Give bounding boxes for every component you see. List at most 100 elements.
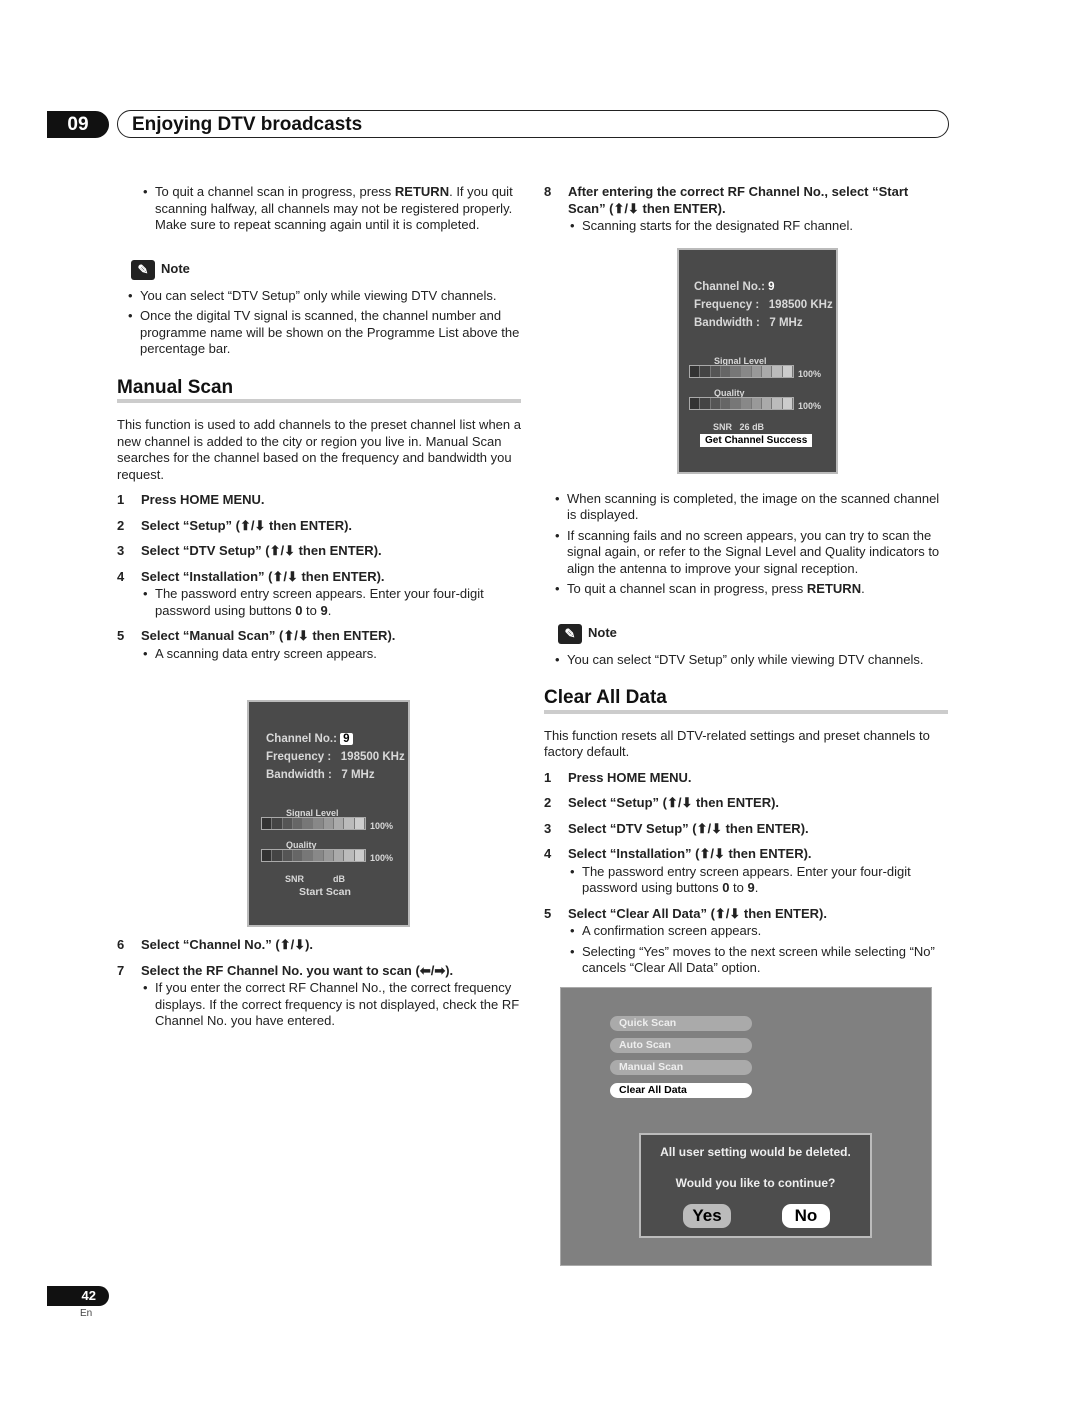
bullet-item: If you enter the correct RF Channel No.,… <box>117 980 521 1030</box>
bar-segment <box>710 398 721 409</box>
section-heading: Clear All Data <box>544 688 948 714</box>
bullet-item: You can select “DTV Setup” only while vi… <box>117 288 521 305</box>
step-text: Select “DTV Setup” (⬆/⬇ then ENTER). <box>141 543 382 558</box>
status-message: Get Channel Success <box>700 434 813 447</box>
bar-segment <box>344 850 355 861</box>
bold-text: RETURN <box>394 184 450 199</box>
bullet-item: Scanning starts for the designated RF ch… <box>544 218 948 235</box>
step-item: 4 Select “Installation” (⬆/⬇ then ENTER). <box>544 846 948 863</box>
text-run: . <box>861 581 865 596</box>
bullet-item: A scanning data entry screen appears. <box>117 646 521 663</box>
signal-level-percent: 100% <box>798 369 822 379</box>
channel-label: Channel No.: <box>694 281 765 293</box>
paragraph: This function is used to add channels to… <box>117 417 521 483</box>
dialog-question: Would you like to continue? <box>675 1175 836 1190</box>
note-pencil-icon: ✎ <box>131 259 155 280</box>
chapter-number: 09 <box>47 111 109 138</box>
signal-level-bar <box>261 817 366 830</box>
bullet-item: If scanning fails and no screen appears,… <box>544 528 948 578</box>
manual-scan-screen: Channel No.: 9 Frequency : 198500 KHz Ba… <box>247 700 410 927</box>
step-number: 4 <box>544 846 552 861</box>
text-run: . <box>754 880 759 895</box>
bar-segment <box>720 398 732 409</box>
bullet-item: Once the digital TV signal is scanned, t… <box>117 308 521 358</box>
step-item: 1 Press HOME MENU. <box>117 492 521 509</box>
text-run: to <box>302 602 321 618</box>
paragraph: This function resets all DTV-related set… <box>544 728 948 761</box>
step-text: Select “Setup” (⬆/⬇ then ENTER). <box>141 517 353 533</box>
text-run: A scanning data entry screen appears. <box>155 645 377 661</box>
step-text: Select “Setup” (⬆/⬇ then ENTER). <box>568 795 780 810</box>
step-item: 8 After entering the correct RF Channel N… <box>544 184 948 217</box>
snr-label: SNR <box>713 422 733 432</box>
text-run: . <box>327 602 332 618</box>
bullet-item: The password entry screen appears. Enter… <box>544 864 948 897</box>
text-run: To quit a channel scan in progress, pres… <box>567 581 807 596</box>
menu-item-auto-scan[interactable]: Auto Scan <box>610 1038 752 1053</box>
step-text: Select “DTV Setup” (⬆/⬇ then ENTER). <box>568 820 809 836</box>
no-button[interactable]: No <box>782 1204 830 1228</box>
start-scan-button[interactable]: Start Scan <box>299 884 351 901</box>
step-item: 5 Select “Clear All Data” (⬆/⬇ then ENTER… <box>544 906 948 923</box>
step-number: 1 <box>117 492 125 507</box>
bar-segment <box>731 398 742 409</box>
bar-segment <box>313 850 324 861</box>
bar-segment <box>323 818 335 829</box>
bar-segment <box>354 818 365 829</box>
text-run: When scanning is completed, the image on… <box>567 490 940 523</box>
bar-segment <box>292 850 304 861</box>
language-code: En <box>80 1308 93 1319</box>
step-text: Select “Installation” (⬆/⬇ then ENTER). <box>568 846 812 861</box>
channel-value: 9 <box>768 281 775 293</box>
step-number: 7 <box>117 962 125 978</box>
quality-bar <box>261 849 366 862</box>
channel-input[interactable]: 9 <box>340 733 353 745</box>
bar-segment <box>782 366 793 377</box>
bar-segment <box>762 398 773 409</box>
bandwidth-label: Bandwidth : <box>694 317 760 329</box>
note-heading: ✎ Note <box>558 623 948 644</box>
step-item: 1 Press HOME MENU. <box>544 770 948 787</box>
text-run: You can select “DTV Setup” only while vi… <box>140 287 497 303</box>
bar-segment <box>772 398 783 409</box>
channel-label: Channel No.: <box>266 733 337 745</box>
yes-button[interactable]: Yes <box>683 1204 731 1228</box>
bullet-item: When scanning is completed, the image on… <box>544 491 948 524</box>
frequency-value: 198500 KHz <box>340 751 405 763</box>
note-label: Note <box>588 625 617 641</box>
text-run: To quit a channel scan in progress, pres… <box>155 184 395 199</box>
bar-segment <box>751 398 763 409</box>
bar-segment <box>323 850 335 861</box>
bar-segment <box>731 366 742 377</box>
chapter-title: Enjoying DTV broadcasts <box>117 110 949 138</box>
bar-segment <box>272 818 283 829</box>
text-run: If scanning fails and no screen appears,… <box>567 527 940 576</box>
step-number: 2 <box>117 517 125 533</box>
bullet-item: To quit a channel scan in progress, pres… <box>117 184 521 234</box>
dialog-message: All user setting would be deleted. <box>660 1145 851 1159</box>
step-number: 5 <box>117 628 125 643</box>
page-number: 42 <box>47 1286 109 1306</box>
menu-item-manual-scan[interactable]: Manual Scan <box>610 1060 752 1075</box>
menu-item-clear-all-data[interactable]: Clear All Data <box>610 1083 752 1098</box>
step-item: 4 Select “Installation” (⬆/⬇ then ENTER). <box>117 569 521 586</box>
bullet-item: You can select “DTV Setup” only while vi… <box>544 652 948 669</box>
bandwidth-value: 7 MHz <box>769 317 803 329</box>
step-number: 6 <box>117 937 125 952</box>
menu-item-quick-scan[interactable]: Quick Scan <box>610 1016 752 1031</box>
step-number: 3 <box>544 820 552 836</box>
bar-segment <box>303 850 314 861</box>
clear-all-data-screen: Quick Scan Auto Scan Manual Scan Clear A… <box>560 987 932 1266</box>
text-run: This function resets all DTV-related set… <box>544 727 930 760</box>
bar-segment <box>334 850 345 861</box>
step-number: 3 <box>117 543 125 558</box>
frequency-value: 198500 KHz <box>768 299 833 311</box>
quality-percent: 100% <box>798 401 822 411</box>
bar-segment <box>741 366 752 377</box>
bar-segment <box>344 818 355 829</box>
snr-unit: dB <box>752 422 765 432</box>
step-item: 6 Select “Channel No.” (⬆/⬇). <box>117 937 521 954</box>
step-text: Select “Installation” (⬆/⬇ then ENTER). <box>141 568 385 584</box>
step-item: 3 Select “DTV Setup” (⬆/⬇ then ENTER). <box>544 821 948 838</box>
bar-segment <box>710 366 721 377</box>
